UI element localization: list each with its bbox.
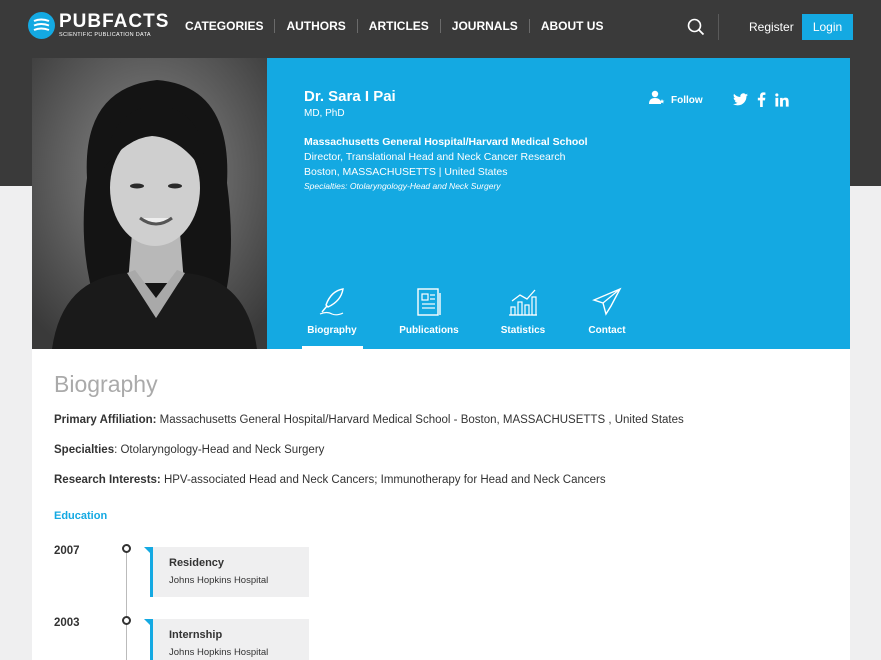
education-title: Residency bbox=[169, 557, 225, 569]
tab-publications[interactable]: Publications bbox=[398, 287, 460, 349]
education-year: 2007 bbox=[54, 545, 80, 557]
timeline-dot bbox=[122, 616, 131, 625]
education-title: Internship bbox=[169, 629, 223, 641]
profile-panel: Dr. Sara I Pai MD, PhD Massachusetts Gen… bbox=[267, 58, 850, 349]
nav-categories[interactable]: CATEGORIES bbox=[185, 19, 274, 33]
register-link[interactable]: Register bbox=[749, 20, 794, 34]
follow-label: Follow bbox=[671, 94, 703, 106]
primary-affiliation-label: Primary Affiliation: bbox=[54, 414, 157, 426]
education-year: 2003 bbox=[54, 617, 80, 629]
top-nav: PUBFACTS SCIENTIFIC PUBLICATION DATA CAT… bbox=[0, 0, 881, 56]
author-location: Boston, MASSACHUSETTS | United States bbox=[304, 166, 508, 178]
tab-statistics-label: Statistics bbox=[500, 325, 546, 336]
research-interests-row: Research Interests: HPV-associated Head … bbox=[54, 474, 606, 486]
paper-plane-icon bbox=[576, 287, 638, 317]
nav-about-us[interactable]: ABOUT US bbox=[528, 19, 615, 33]
author-affiliation: Massachusetts General Hospital/Harvard M… bbox=[304, 136, 588, 148]
author-degree: MD, PhD bbox=[304, 108, 345, 119]
facebook-icon[interactable] bbox=[757, 92, 766, 112]
document-icon bbox=[398, 287, 460, 317]
author-title: Director, Translational Head and Neck Ca… bbox=[304, 151, 566, 163]
twitter-icon[interactable] bbox=[733, 93, 748, 111]
tab-publications-label: Publications bbox=[399, 325, 459, 336]
education-institution: Johns Hopkins Hospital bbox=[169, 575, 269, 586]
education-entry: Internship Johns Hopkins Hospital bbox=[144, 619, 309, 660]
logo-icon bbox=[28, 12, 55, 39]
chart-icon bbox=[492, 287, 554, 317]
author-name: Dr. Sara I Pai bbox=[304, 88, 396, 105]
logo-text: PUBFACTS bbox=[59, 11, 170, 32]
follow-button[interactable]: Follow bbox=[649, 90, 703, 110]
research-interests-label: Research Interests: bbox=[54, 474, 161, 486]
quill-icon bbox=[301, 287, 363, 317]
specialties-row: Specialties: Otolaryngology-Head and Nec… bbox=[54, 444, 324, 456]
author-specialties: Specialties: Otolaryngology-Head and Nec… bbox=[304, 181, 501, 191]
nav-journals[interactable]: JOURNALS bbox=[439, 19, 529, 33]
primary-affiliation-row: Primary Affiliation: Massachusetts Gener… bbox=[54, 414, 684, 426]
author-photo bbox=[32, 58, 267, 349]
nav-articles[interactable]: ARTICLES bbox=[356, 19, 440, 33]
biography-section: Biography Primary Affiliation: Massachus… bbox=[32, 349, 850, 660]
nav-divider bbox=[718, 14, 719, 40]
primary-affiliation-value: Massachusetts General Hospital/Harvard M… bbox=[156, 414, 684, 426]
tab-statistics[interactable]: Statistics bbox=[492, 287, 554, 349]
social-links bbox=[733, 92, 789, 112]
linkedin-icon[interactable] bbox=[775, 92, 789, 112]
logo-tagline: SCIENTIFIC PUBLICATION DATA bbox=[59, 32, 151, 38]
tab-biography[interactable]: Biography bbox=[301, 287, 363, 349]
follow-user-icon bbox=[649, 90, 665, 110]
education-institution: Johns Hopkins Hospital bbox=[169, 647, 269, 658]
timeline-dot bbox=[122, 544, 131, 553]
tab-contact-label: Contact bbox=[588, 325, 626, 336]
login-button[interactable]: Login bbox=[802, 14, 853, 40]
tab-biography-label: Biography bbox=[307, 325, 357, 336]
profile-tabs: Biography Publications Statistics Contac… bbox=[300, 287, 640, 349]
logo[interactable]: PUBFACTS SCIENTIFIC PUBLICATION DATA bbox=[28, 11, 168, 44]
research-interests-value: HPV-associated Head and Neck Cancers; Im… bbox=[160, 474, 606, 486]
section-title: Biography bbox=[54, 371, 158, 397]
timeline-line bbox=[126, 550, 127, 660]
education-heading: Education bbox=[54, 510, 108, 522]
search-icon[interactable] bbox=[687, 18, 705, 41]
specialties-label: Specialties bbox=[54, 444, 115, 456]
specialties-value: : Otolaryngology-Head and Neck Surgery bbox=[114, 444, 325, 456]
education-entry: Residency Johns Hopkins Hospital bbox=[144, 547, 309, 597]
main-menu: CATEGORIES AUTHORS ARTICLES JOURNALS ABO… bbox=[185, 19, 614, 33]
nav-authors[interactable]: AUTHORS bbox=[274, 19, 356, 33]
tab-contact[interactable]: Contact bbox=[576, 287, 638, 349]
